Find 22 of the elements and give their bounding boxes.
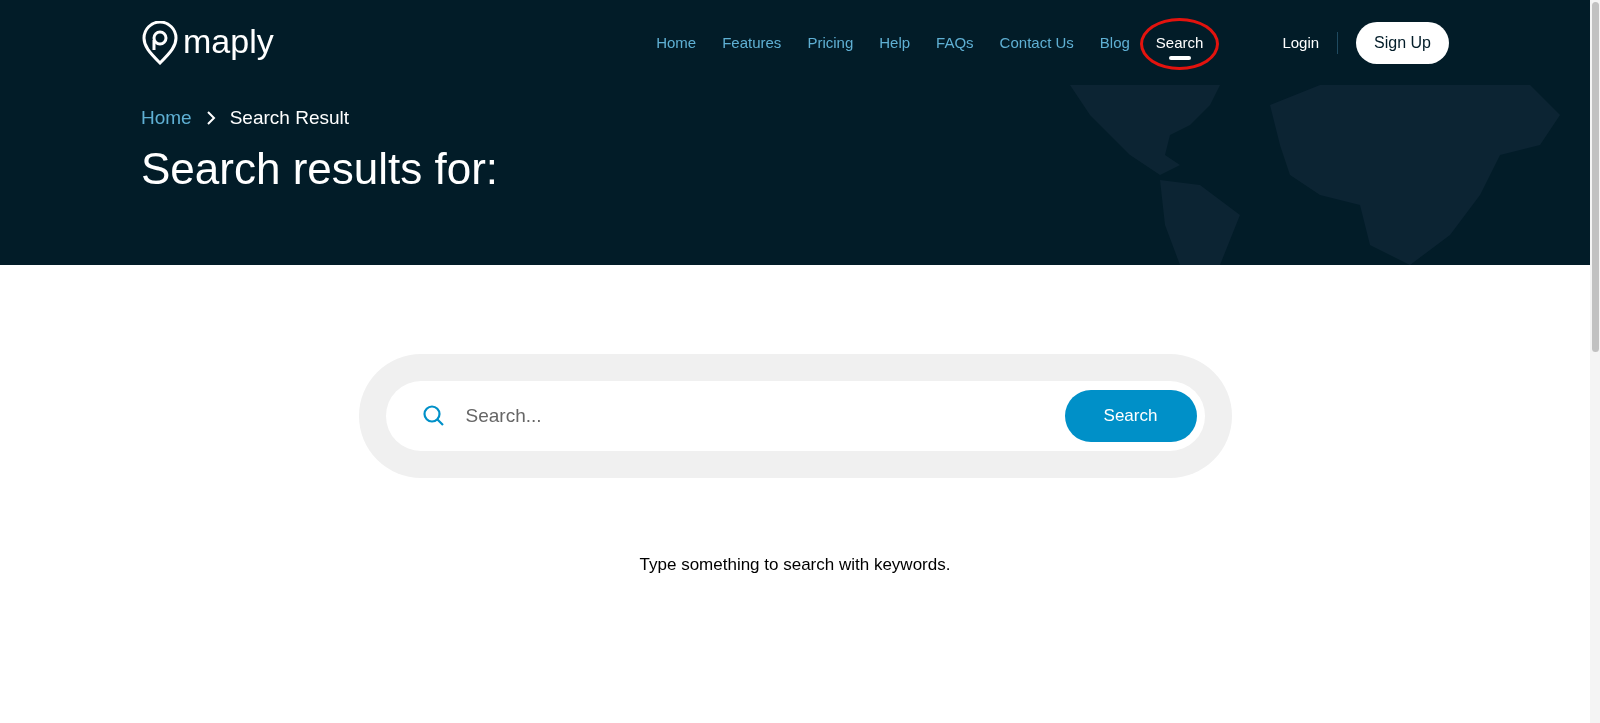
page-heading: Search results for:	[141, 142, 500, 195]
nav-link[interactable]: Search	[1155, 31, 1204, 55]
nav-link[interactable]: Blog	[1099, 31, 1130, 55]
chevron-right-icon	[205, 110, 216, 127]
nav-link[interactable]: Contact Us	[999, 31, 1074, 55]
nav-link[interactable]: Pricing	[807, 31, 854, 55]
active-underline	[1168, 55, 1191, 60]
nav-link[interactable]: Home	[656, 31, 697, 55]
map-pin-logo-icon	[141, 21, 179, 65]
search-field[interactable]: Search... Search	[385, 381, 1205, 451]
nav-link[interactable]: Features	[722, 31, 782, 55]
logo-text: maply	[183, 24, 274, 62]
sign-up-button[interactable]: Sign Up	[1356, 22, 1449, 64]
breadcrumb-current: Search Result	[229, 106, 350, 130]
scrollbar-thumb[interactable]	[1591, 2, 1599, 352]
nav-link[interactable]: Help	[879, 31, 911, 55]
search-icon	[421, 404, 446, 428]
nav-link[interactable]: FAQs	[936, 31, 974, 55]
empty-message: Type something to search with keywords.	[639, 554, 951, 576]
login-link[interactable]: Login	[1282, 31, 1320, 55]
breadcrumb-link[interactable]: Home	[141, 104, 192, 133]
search-button[interactable]: Search	[1064, 390, 1197, 442]
